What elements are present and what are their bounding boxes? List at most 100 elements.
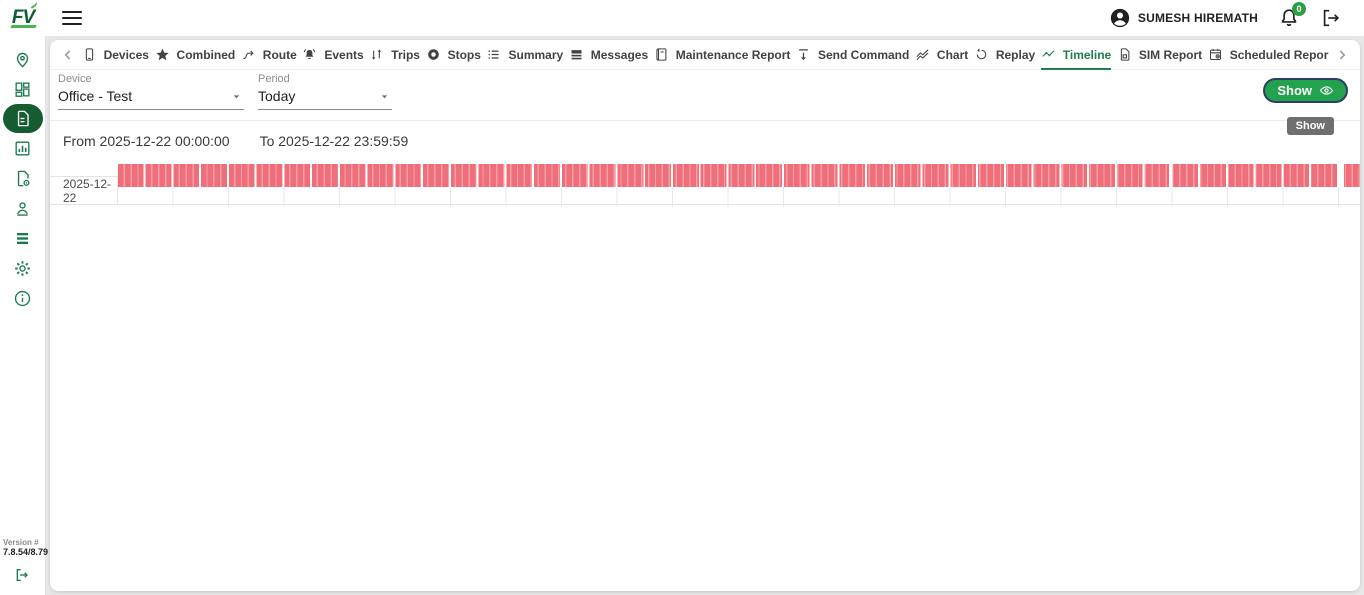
- notification-count-badge: 0: [1292, 2, 1306, 16]
- version-label: Version #: [3, 538, 48, 547]
- stops-icon: [426, 47, 441, 62]
- replay-icon: [974, 47, 989, 62]
- timeline-chart: 2025-12-22: [50, 161, 1360, 271]
- tab-route[interactable]: Route: [241, 40, 297, 70]
- tab-label: Timeline: [1063, 48, 1111, 62]
- eye-icon: [1319, 83, 1334, 98]
- user-name: SUMESH HIREMATH: [1138, 11, 1258, 25]
- tab-events[interactable]: Events: [302, 40, 363, 70]
- pin-icon: [13, 50, 32, 69]
- list-icon: [13, 229, 32, 248]
- period-select[interactable]: Period Today: [258, 73, 392, 110]
- device-select[interactable]: Device Office - Test: [58, 73, 244, 110]
- info-icon: [13, 289, 32, 308]
- timeline-icon: [1041, 47, 1056, 62]
- tab-label: Devices: [104, 48, 149, 62]
- tab-scheduled-repor[interactable]: Scheduled Repor: [1208, 40, 1329, 70]
- combined-icon: [155, 47, 170, 62]
- version-info: Version # 7.8.54/8.79: [3, 538, 48, 557]
- gear-icon: [13, 259, 32, 278]
- tab-devices[interactable]: Devices: [82, 40, 149, 70]
- device-select-value: Office - Test: [58, 88, 132, 104]
- notifications-bell-icon[interactable]: 0: [1278, 7, 1300, 29]
- version-value: 7.8.54/8.79: [3, 547, 48, 557]
- dashboard-icon: [13, 80, 32, 99]
- document-icon: [13, 109, 32, 128]
- sidebar-logout-icon[interactable]: [14, 567, 30, 583]
- tabs-scroll-right-icon[interactable]: [1334, 47, 1350, 63]
- sidebar-item-account[interactable]: [3, 193, 43, 223]
- timeline-bar-gap: [1338, 164, 1344, 187]
- person-icon: [13, 199, 32, 218]
- sidebar-item-dashboard[interactable]: [3, 74, 43, 104]
- tab-maintenance-report[interactable]: Maintenance Report: [654, 40, 791, 70]
- devices-icon: [82, 47, 97, 62]
- chart-icon: [915, 47, 930, 62]
- chart-box-icon: [13, 139, 32, 158]
- trips-icon: [369, 47, 384, 62]
- tab-send-command[interactable]: Send Command: [796, 40, 909, 70]
- logo-text: FV: [12, 7, 34, 29]
- send-command-icon: [796, 47, 811, 62]
- device-select-label: Device: [58, 73, 244, 85]
- tab-replay[interactable]: Replay: [974, 40, 1035, 70]
- sim-report-icon: [1117, 47, 1132, 62]
- range-from: From 2025-12-22 00:00:00: [63, 133, 230, 149]
- tab-combined[interactable]: Combined: [155, 40, 236, 70]
- date-range-row: From 2025-12-22 00:00:00 To 2025-12-22 2…: [50, 121, 1360, 161]
- sidebar-item-charts[interactable]: [3, 133, 43, 163]
- report-tabbar: Devices Combined Route Events Trips Stop…: [50, 40, 1360, 70]
- sidebar-item-list[interactable]: [3, 223, 43, 253]
- tab-label: Stops: [448, 48, 481, 62]
- summary-icon: [486, 47, 501, 62]
- route-icon: [241, 47, 256, 62]
- chevron-down-icon: [231, 91, 242, 102]
- tab-summary[interactable]: Summary: [486, 40, 563, 70]
- period-select-value: Today: [258, 88, 295, 104]
- tab-trips[interactable]: Trips: [369, 40, 420, 70]
- timeline-date-label: 2025-12-22: [50, 177, 118, 204]
- tab-label: Events: [324, 48, 363, 62]
- content-card: Devices Combined Route Events Trips Stop…: [50, 40, 1360, 591]
- show-button-label: Show: [1277, 83, 1312, 98]
- report-gear-icon: [13, 169, 32, 188]
- logout-icon[interactable]: [1320, 7, 1342, 29]
- range-to: To 2025-12-22 23:59:59: [260, 133, 409, 149]
- timeline-axis: [118, 213, 1360, 229]
- tab-label: Combined: [177, 48, 236, 62]
- tab-label: Route: [263, 48, 297, 62]
- avatar-icon: [1109, 7, 1131, 29]
- tab-label: Send Command: [818, 48, 909, 62]
- topbar: FV SUMESH HIREMATH 0: [0, 0, 1364, 36]
- tabs-scroll-left-icon[interactable]: [60, 47, 76, 63]
- sidebar-item-about[interactable]: [3, 283, 43, 313]
- chevron-down-icon: [379, 91, 390, 102]
- tab-sim-report[interactable]: SIM Report: [1117, 40, 1202, 70]
- events-icon: [302, 47, 317, 62]
- app-logo[interactable]: FV: [0, 0, 46, 36]
- maintenance-report-icon: [654, 47, 669, 62]
- tab-label: SIM Report: [1139, 48, 1202, 62]
- tab-label: Replay: [996, 48, 1035, 62]
- user-menu[interactable]: SUMESH HIREMATH: [1109, 7, 1258, 29]
- show-tooltip: Show: [1287, 117, 1334, 135]
- tab-label: Summary: [508, 48, 563, 62]
- sidebar-item-reports[interactable]: [3, 104, 43, 133]
- menu-toggle-icon[interactable]: [62, 7, 82, 29]
- tab-messages[interactable]: Messages: [569, 40, 648, 70]
- tab-label: Scheduled Repor: [1230, 48, 1329, 62]
- tab-stops[interactable]: Stops: [426, 40, 481, 70]
- scheduled-report-icon: [1208, 47, 1223, 62]
- sidebar-item-settings[interactable]: [3, 253, 43, 283]
- tab-label: Chart: [937, 48, 968, 62]
- sidebar: Version # 7.8.54/8.79: [0, 36, 46, 595]
- sidebar-item-map[interactable]: [3, 44, 43, 74]
- period-select-label: Period: [258, 73, 392, 85]
- sidebar-item-report-settings[interactable]: [3, 163, 43, 193]
- tab-label: Maintenance Report: [676, 48, 791, 62]
- tab-chart[interactable]: Chart: [915, 40, 968, 70]
- show-button[interactable]: Show: [1263, 78, 1348, 103]
- timeline-bar-gap: [1169, 164, 1172, 187]
- tab-timeline[interactable]: Timeline: [1041, 40, 1111, 70]
- messages-icon: [569, 47, 584, 62]
